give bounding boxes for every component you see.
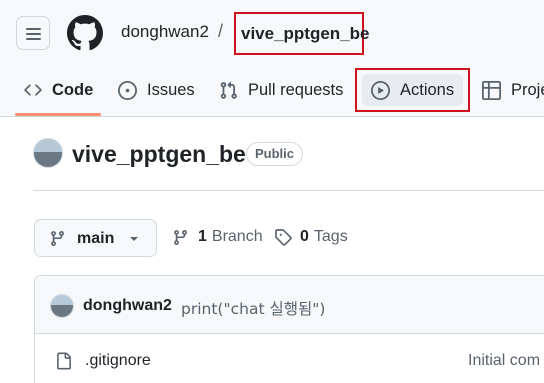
menu-bar-icon (26, 38, 41, 40)
code-icon (24, 84, 42, 96)
section-divider (33, 190, 544, 191)
latest-commit-bar: donghwan2 print("chat 실행됨") (35, 276, 544, 334)
visibility-badge: Public (246, 142, 304, 166)
tab-projects[interactable]: Proje (482, 64, 544, 116)
branch-count-label: Branch (211, 228, 263, 245)
global-header: donghwan2 / vive_pptgen_be (0, 0, 544, 64)
menu-bar-icon (26, 28, 41, 30)
file-commit-message-link[interactable]: Initial com (468, 352, 540, 370)
git-branch-icon (174, 229, 187, 245)
tab-pull-requests-label: Pull requests (248, 80, 344, 99)
avatar-image-sky (51, 295, 73, 305)
table-icon (482, 80, 501, 100)
git-pull-request-icon (220, 81, 237, 99)
tab-actions[interactable]: Actions (371, 64, 454, 116)
tab-issues-label: Issues (147, 80, 195, 99)
commit-author-link[interactable]: donghwan2 (83, 297, 172, 315)
tag-icon (275, 229, 292, 246)
tab-code-label: Code (52, 80, 94, 99)
play-icon (371, 80, 390, 100)
tab-actions-label: Actions (400, 80, 455, 99)
repo-owner-avatar[interactable] (33, 138, 63, 168)
file-browser: donghwan2 print("chat 실행됨") .gitignore I… (34, 275, 544, 383)
triangle-down-icon (130, 237, 138, 241)
breadcrumb-separator: / (218, 21, 224, 41)
hamburger-menu-button[interactable] (16, 16, 50, 50)
issue-opened-icon (118, 80, 137, 100)
repo-nav-tabs: Code Issues Pull requests Actions Proje (0, 64, 544, 117)
avatar-image-sky (34, 139, 62, 152)
menu-bar-icon (26, 33, 41, 35)
repo-title[interactable]: vive_pptgen_be (72, 141, 246, 168)
file-row[interactable]: .gitignore Initial com (35, 334, 544, 383)
branches-link[interactable]: 1 Branch (172, 228, 263, 246)
breadcrumb-repo-highlight: vive_pptgen_be (234, 12, 370, 55)
commit-message-link[interactable]: print("chat 실행됨") (181, 297, 325, 319)
breadcrumb-owner-link[interactable]: donghwan2 (121, 22, 209, 42)
tab-issues[interactable]: Issues (118, 64, 195, 116)
tab-code[interactable]: Code (24, 64, 93, 116)
file-name-link[interactable]: .gitignore (85, 352, 151, 370)
avatar-image-ground (34, 152, 62, 167)
tags-link[interactable]: 0 Tags (274, 228, 348, 246)
tab-projects-label: Proje (511, 80, 544, 99)
git-branch-icon (51, 231, 64, 246)
commit-author-avatar[interactable] (50, 294, 74, 318)
branch-count: 1 (198, 228, 207, 245)
breadcrumb-repo-link[interactable]: vive_pptgen_be (241, 24, 370, 44)
tag-count: 0 (300, 228, 309, 245)
github-logo-icon[interactable] (67, 15, 103, 51)
tag-count-label: Tags (313, 228, 348, 245)
branch-selector-button[interactable]: main (34, 219, 157, 257)
active-tab-indicator (15, 113, 101, 116)
tab-pull-requests[interactable]: Pull requests (219, 64, 343, 116)
avatar-image-ground (51, 305, 73, 317)
current-branch-label: main (77, 230, 115, 247)
file-icon (57, 352, 71, 370)
